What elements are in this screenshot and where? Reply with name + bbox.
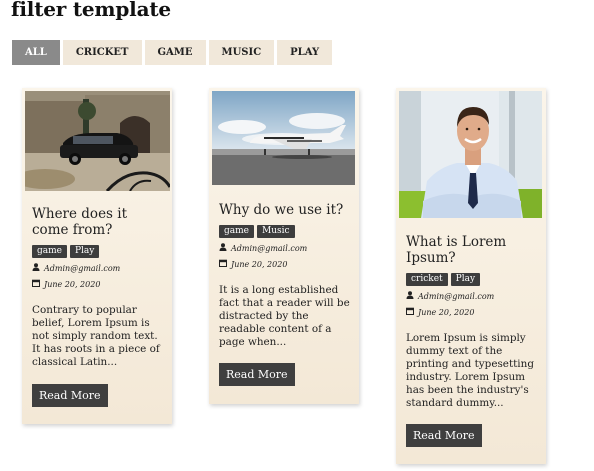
- blog-card: Where does it come from? game Play Admin…: [22, 88, 172, 424]
- tag-badge[interactable]: game: [219, 225, 254, 238]
- author-email: Admin@gmail.com: [231, 243, 308, 253]
- author-email: Admin@gmail.com: [44, 263, 121, 273]
- filter-game-button[interactable]: GAME: [144, 40, 206, 65]
- user-icon: [32, 263, 41, 274]
- blog-card: What is Lorem Ipsum? cricket Play Admin@…: [396, 88, 546, 464]
- car-image[interactable]: [25, 91, 170, 191]
- filter-music-button[interactable]: MUSIC: [208, 40, 275, 65]
- user-icon: [406, 291, 415, 302]
- businessman-image[interactable]: [399, 91, 542, 218]
- tag-badge[interactable]: cricket: [406, 273, 448, 286]
- page-title: filter template: [11, 0, 171, 21]
- card-title[interactable]: What is Lorem Ipsum?: [406, 234, 538, 266]
- card-excerpt: It is a long established fact that a rea…: [219, 284, 350, 348]
- filter-bar: ALL CRICKET GAME MUSIC PLAY: [12, 40, 333, 65]
- tag-badge[interactable]: Play: [450, 273, 481, 286]
- user-icon: [219, 243, 228, 254]
- card-excerpt: Lorem Ipsum is simply dummy text of the …: [406, 332, 534, 409]
- filter-play-button[interactable]: PLAY: [277, 40, 333, 65]
- author-email: Admin@gmail.com: [418, 291, 495, 301]
- calendar-icon: [406, 307, 415, 318]
- post-date: June 20, 2020: [231, 259, 288, 269]
- calendar-icon: [32, 279, 41, 290]
- read-more-button[interactable]: Read More: [219, 363, 295, 386]
- calendar-icon: [219, 259, 228, 270]
- filter-cricket-button[interactable]: CRICKET: [62, 40, 142, 65]
- blog-card: Why do we use it? game Music Admin@gmail…: [209, 88, 359, 404]
- jet-image[interactable]: [212, 91, 355, 185]
- tag-badge[interactable]: Music: [257, 225, 295, 238]
- read-more-button[interactable]: Read More: [406, 424, 482, 447]
- post-date: June 20, 2020: [44, 279, 101, 289]
- card-title[interactable]: Why do we use it?: [219, 202, 351, 218]
- post-date: June 20, 2020: [418, 307, 475, 317]
- tag-badge[interactable]: game: [32, 245, 67, 258]
- card-excerpt: Contrary to popular belief, Lorem Ipsum …: [32, 304, 160, 368]
- card-title[interactable]: Where does it come from?: [32, 206, 164, 238]
- tag-badge[interactable]: Play: [70, 245, 100, 258]
- read-more-button[interactable]: Read More: [32, 384, 108, 407]
- filter-all-button[interactable]: ALL: [12, 40, 60, 65]
